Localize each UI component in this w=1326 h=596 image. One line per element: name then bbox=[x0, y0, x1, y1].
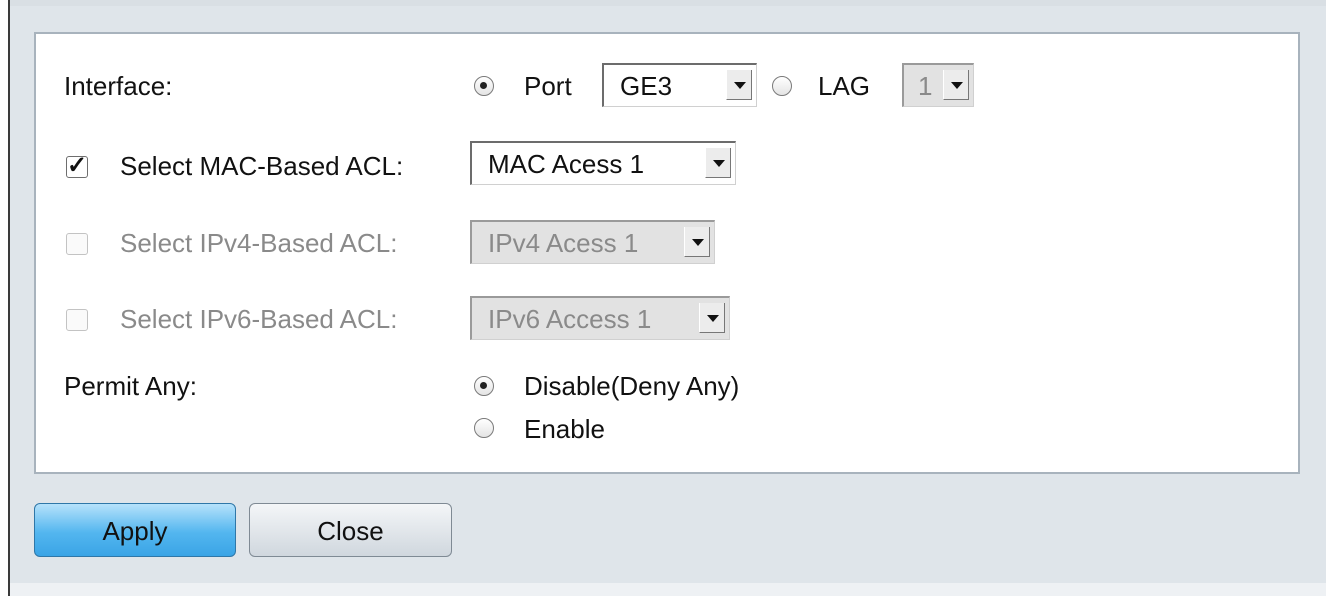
ipv4-acl-select[interactable]: IPv4 Acess 1 bbox=[470, 220, 715, 264]
mac-acl-label: Select MAC-Based ACL: bbox=[120, 151, 404, 181]
ipv6-acl-select[interactable]: IPv6 Access 1 bbox=[470, 296, 730, 340]
window-bottom-edge bbox=[10, 583, 1326, 596]
enable-radio[interactable] bbox=[474, 418, 494, 438]
apply-button[interactable]: Apply bbox=[34, 503, 236, 557]
chevron-down-icon bbox=[684, 227, 710, 257]
ipv6-acl-checkbox[interactable] bbox=[66, 309, 88, 331]
window-left-edge bbox=[0, 0, 10, 596]
lag-label: LAG bbox=[818, 71, 871, 101]
window-top-edge bbox=[10, 0, 1326, 6]
lag-select-value: 1 bbox=[918, 71, 933, 101]
port-select[interactable]: GE3 bbox=[602, 63, 757, 107]
port-radio[interactable] bbox=[474, 76, 494, 96]
disable-radio[interactable] bbox=[474, 376, 494, 396]
acl-binding-form: Interface: Port GE3 LAG 1 ✓ Select MAC-B… bbox=[34, 32, 1300, 474]
close-button[interactable]: Close bbox=[249, 503, 452, 557]
port-select-value: GE3 bbox=[620, 71, 673, 101]
interface-label: Interface: bbox=[64, 71, 173, 101]
chevron-down-icon bbox=[943, 70, 969, 100]
chevron-down-icon bbox=[705, 148, 731, 178]
permit-any-label: Permit Any: bbox=[64, 371, 197, 401]
enable-label: Enable bbox=[524, 414, 605, 444]
chevron-down-icon bbox=[699, 303, 725, 333]
disable-label: Disable(Deny Any) bbox=[524, 371, 740, 401]
ipv4-acl-select-value: IPv4 Acess 1 bbox=[488, 228, 639, 258]
port-label: Port bbox=[524, 71, 572, 101]
mac-acl-select-value: MAC Acess 1 bbox=[488, 149, 645, 179]
lag-select[interactable]: 1 bbox=[902, 63, 974, 107]
mac-acl-select[interactable]: MAC Acess 1 bbox=[470, 141, 736, 185]
lag-radio[interactable] bbox=[772, 76, 792, 96]
mac-acl-checkbox[interactable]: ✓ bbox=[66, 154, 88, 178]
ipv6-acl-select-value: IPv6 Access 1 bbox=[488, 304, 652, 334]
ipv4-acl-label: Select IPv4-Based ACL: bbox=[120, 228, 398, 258]
ipv6-acl-label: Select IPv6-Based ACL: bbox=[120, 304, 398, 334]
chevron-down-icon bbox=[726, 70, 752, 100]
ipv4-acl-checkbox[interactable] bbox=[66, 233, 88, 255]
